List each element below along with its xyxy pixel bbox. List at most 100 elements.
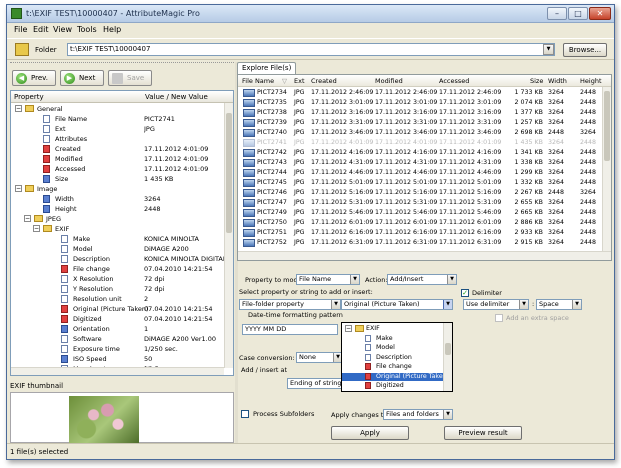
file-list-vscrollbar[interactable] xyxy=(602,87,611,251)
close-button[interactable]: ✕ xyxy=(589,7,611,20)
extra-space-checkbox[interactable] xyxy=(495,314,503,322)
property-row[interactable]: Exposure time 1/250 sec. xyxy=(11,344,225,354)
use-delimiter-select[interactable]: Use delimiter ▼ xyxy=(463,299,529,310)
menu-tools[interactable]: Tools xyxy=(77,25,97,34)
apply-changes-to-select[interactable]: Files and folders ▼ xyxy=(383,409,453,420)
file-row[interactable]: PICT2738 JPG 17.11.2012 3:16:09 17.11.2012 … xyxy=(238,108,604,118)
file-row[interactable]: PICT2751 JPG 17.11.2012 6:16:09 17.11.2012 … xyxy=(238,228,604,238)
file-list[interactable]: File Name ▽ Ext Created Modified Accesse… xyxy=(237,74,612,261)
property-row[interactable]: File Name PICT2741 xyxy=(11,114,225,124)
chevron-down-icon[interactable]: ▼ xyxy=(350,275,359,284)
chevron-down-icon[interactable]: ▼ xyxy=(331,300,340,309)
property-group-row[interactable]: − JPEG xyxy=(11,214,225,224)
col-property[interactable]: Property xyxy=(14,93,44,101)
file-row[interactable]: PICT2742 JPG 17.11.2012 4:16:09 17.11.2012 … xyxy=(238,148,604,158)
property-value[interactable]: 50 xyxy=(144,354,225,364)
file-row[interactable]: PICT2741 JPG 17.11.2012 4:01:09 17.11.2012 … xyxy=(238,138,604,148)
property-group-row[interactable]: − EXIF xyxy=(11,224,225,234)
property-group-row[interactable]: − General xyxy=(11,104,225,114)
action-select[interactable]: Add/Insert ▼ xyxy=(387,274,457,285)
file-row[interactable]: PICT2734 JPG 17.11.2012 2:46:09 17.11.2012 … xyxy=(238,88,604,98)
property-row[interactable]: Digitized 07.04.2010 14:21:54 xyxy=(11,314,225,324)
collapse-toggle-icon[interactable]: − xyxy=(15,105,22,112)
property-row[interactable]: Attributes xyxy=(11,134,225,144)
col-size[interactable]: Size xyxy=(530,77,543,85)
date-format-input[interactable]: YYYY MM DD xyxy=(242,324,338,335)
property-row[interactable]: File change 07.04.2010 14:21:54 xyxy=(11,264,225,274)
menu-view[interactable]: View xyxy=(53,25,72,34)
property-to-modify-select[interactable]: File Name ▼ xyxy=(296,274,360,285)
file-row[interactable]: PICT2739 JPG 17.11.2012 3:31:09 17.11.2012 … xyxy=(238,118,604,128)
property-row[interactable]: Ext JPG xyxy=(11,124,225,134)
dropdown-option[interactable]: Digitized xyxy=(342,382,446,390)
property-group-row[interactable]: − Image xyxy=(11,184,225,194)
file-row[interactable]: PICT2743 JPG 17.11.2012 4:31:09 17.11.2012 … xyxy=(238,158,604,168)
col-height[interactable]: Height xyxy=(580,77,602,85)
title-bar[interactable]: t:\EXIF TEST\10000407 - AttributeMagic P… xyxy=(7,5,614,23)
property-select[interactable]: Original (Picture Taken) ▼ xyxy=(341,299,453,310)
dropdown-scroll-thumb[interactable] xyxy=(445,343,451,355)
browse-button[interactable]: Browse... xyxy=(563,43,607,57)
file-row[interactable]: PICT2735 JPG 17.11.2012 3:01:09 17.11.2012 … xyxy=(238,98,604,108)
property-row[interactable]: Software DiMAGE A200 Ver1.00 xyxy=(11,334,225,344)
menu-file[interactable]: File xyxy=(14,25,27,34)
property-row[interactable]: Y Resolution 72 dpi xyxy=(11,284,225,294)
dropdown-option[interactable]: File change xyxy=(342,363,446,371)
property-value[interactable]: 17.11.2012 4:01:09 xyxy=(144,154,225,164)
vscroll-thumb[interactable] xyxy=(226,113,232,233)
chevron-down-icon[interactable]: ▼ xyxy=(447,275,456,284)
dropdown-option[interactable]: Description xyxy=(342,353,446,362)
file-list-hscrollbar[interactable] xyxy=(238,251,611,260)
folder-path-input[interactable]: t:\EXIF TEST\10000407 ▼ xyxy=(67,43,555,56)
collapse-toggle-icon[interactable]: − xyxy=(33,225,40,232)
dropdown-option[interactable]: Make xyxy=(342,334,446,343)
property-value[interactable]: 07.04.2010 14:21:54 xyxy=(144,304,225,314)
property-row[interactable]: Make KONICA MINOLTA xyxy=(11,234,225,244)
tab-explore-files[interactable]: Explore File(s) xyxy=(237,62,297,74)
menu-help[interactable]: Help xyxy=(103,25,121,34)
property-value[interactable]: 72 dpi xyxy=(144,284,225,294)
collapse-toggle-icon[interactable]: − xyxy=(24,215,31,222)
property-row[interactable]: Width 3264 xyxy=(11,194,225,204)
property-row[interactable]: X Resolution 72 dpi xyxy=(11,274,225,284)
col-width[interactable]: Width xyxy=(548,77,567,85)
property-row[interactable]: Resolution unit 2 xyxy=(11,294,225,304)
property-dropdown-list[interactable]: − EXIF Make Model Description File change Orig… xyxy=(341,322,453,392)
file-row[interactable]: PICT2746 JPG 17.11.2012 5:16:09 17.11.2012 … xyxy=(238,188,604,198)
dropdown-option[interactable]: Original (Picture Taken) xyxy=(342,372,449,381)
dropdown-vscrollbar[interactable] xyxy=(443,323,452,391)
file-row[interactable]: PICT2745 JPG 17.11.2012 5:01:09 17.11.2012 … xyxy=(238,178,604,188)
collapse-toggle-icon[interactable]: − xyxy=(345,325,352,332)
property-value[interactable]: 07.04.2010 14:21:54 xyxy=(144,314,225,324)
property-value[interactable]: 72 dpi xyxy=(144,274,225,284)
toolbar-grip[interactable] xyxy=(10,62,234,66)
col-value[interactable]: Value / New Value xyxy=(145,93,208,101)
dropdown-option[interactable]: − EXIF xyxy=(342,325,446,333)
col-created[interactable]: Created xyxy=(311,77,337,85)
property-row[interactable]: Original (Picture Taken) 07.04.2010 14:21… xyxy=(11,304,225,314)
property-value[interactable]: 1 xyxy=(144,324,225,334)
file-row[interactable]: PICT2749 JPG 17.11.2012 5:46:09 17.11.2012 … xyxy=(238,208,604,218)
folder-dropdown-icon[interactable]: ▼ xyxy=(543,44,554,55)
maximize-button[interactable]: □ xyxy=(568,7,588,20)
property-vscrollbar[interactable] xyxy=(224,103,233,368)
process-subfolders-checkbox[interactable] xyxy=(241,410,249,418)
prev-button[interactable]: ◀ Prev. xyxy=(12,70,56,86)
file-row[interactable]: PICT2744 JPG 17.11.2012 4:46:09 17.11.2012 … xyxy=(238,168,604,178)
collapse-toggle-icon[interactable]: − xyxy=(15,185,22,192)
file-row[interactable]: PICT2752 JPG 17.11.2012 6:31:09 17.11.2012 … xyxy=(238,238,604,248)
col-modified[interactable]: Modified xyxy=(375,77,403,85)
chevron-down-icon[interactable]: ▼ xyxy=(572,300,581,309)
property-source-select[interactable]: File-folder property ▼ xyxy=(239,299,341,310)
property-row[interactable]: Description KONICA MINOLTA DIGITAL CAM xyxy=(11,254,225,264)
property-tree[interactable]: Property Value / New Value − General File … xyxy=(10,90,234,376)
property-value[interactable]: DiMAGE A200 Ver1.00 xyxy=(144,334,225,344)
chevron-down-icon[interactable]: ▼ xyxy=(519,300,528,309)
delimiter-char-select[interactable]: Space ▼ xyxy=(536,299,582,310)
property-value[interactable]: 1 435 KB xyxy=(144,174,225,184)
property-hscrollbar[interactable] xyxy=(11,367,224,375)
apply-button[interactable]: Apply xyxy=(331,426,409,440)
property-row[interactable]: Orientation 1 xyxy=(11,324,225,334)
property-value[interactable]: 07.04.2010 14:21:54 xyxy=(144,264,225,274)
chevron-down-icon[interactable]: ▼ xyxy=(443,410,452,419)
